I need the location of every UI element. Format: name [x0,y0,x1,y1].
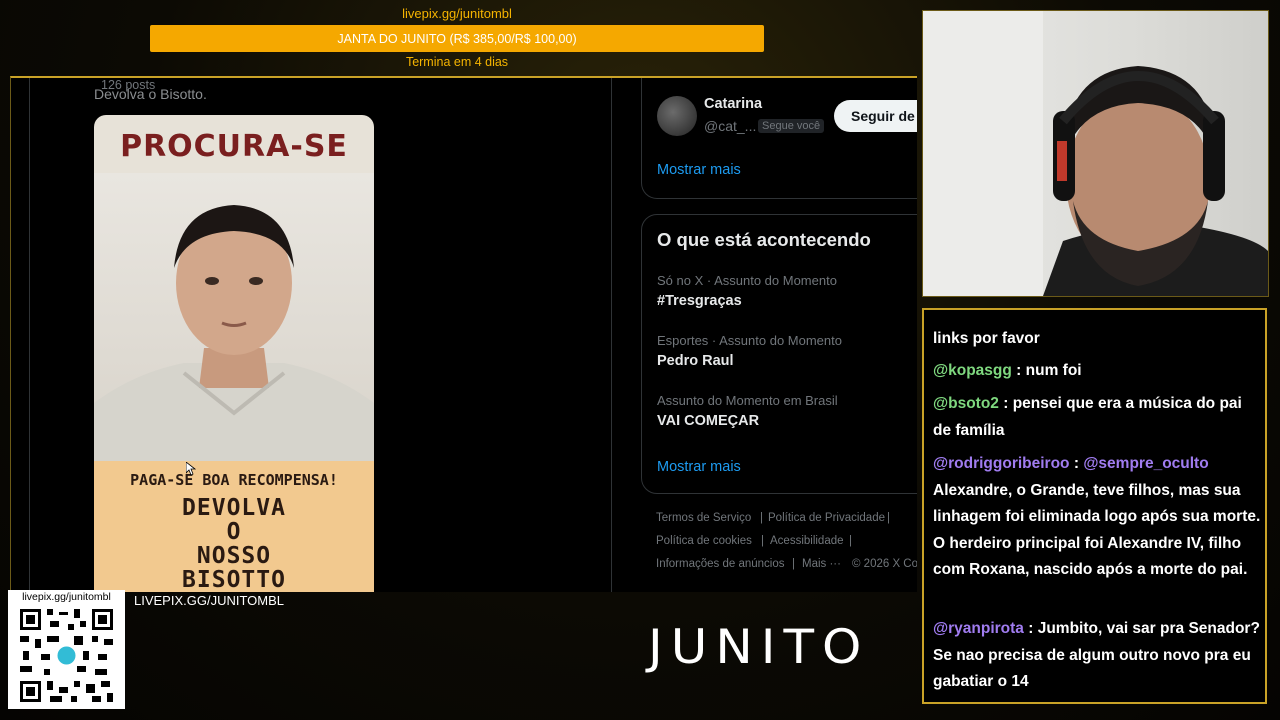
copyright: © 2026 X Cor [852,558,917,570]
poster-line: BISOTTO [182,567,286,592]
chat-message: @bsoto2 : pensei que era a música do pai… [933,391,1263,444]
right-sidebar: Catarina @cat_... Segue você Seguir de v… [641,78,917,592]
trends-title: O que está acontecendo [657,229,871,250]
tweet-text: Devolva o Bisotto. [94,86,207,102]
goal-url: livepix.gg/junitombl [402,6,512,21]
browser-capture: 126 posts Devolva o Bisotto. PROCURA-SE … [10,76,917,592]
qr-url: livepix.gg/junitombl [22,591,111,603]
trend-item[interactable]: Pedro Raul [657,353,734,369]
poster-photo [94,173,374,461]
accessibility-link[interactable]: Acessibilidade [770,535,844,547]
show-more-link[interactable]: Mostrar mais [657,459,741,475]
show-more-link[interactable]: Mostrar mais [657,162,741,178]
livepix-label: LIVEPIX.GG/JUNITOMBL [134,593,285,608]
trends-card: O que está acontecendo Só no X · Assunto… [641,214,917,494]
chat-text: Alexandre, o Grande, teve filhos, mas su… [933,481,1261,579]
chat-text: : num foi [1011,362,1082,379]
trend-meta: Assunto do Momento em Brasil [657,393,838,408]
chat-username[interactable]: @rodriggoribeiroo [933,455,1070,472]
chat-message: @rodriggoribeiroo : @sempre_oculto Alexa… [933,451,1263,584]
poster-reward-text: PAGA-SE BOA RECOMPENSA! [130,471,338,489]
chat-mention[interactable]: @sempre_oculto [1083,455,1208,472]
streamer-camera-icon [923,11,1268,296]
footer-separator: | [887,512,890,524]
goal-ends-text: Termina em 4 dias [405,55,509,69]
account-handle[interactable]: @cat_... [704,118,756,134]
more-link[interactable]: Mais ··· [802,558,841,570]
man-portrait-icon [94,205,374,461]
footer-separator: | [761,535,764,547]
chat-username[interactable]: @ryanpirota [933,620,1024,637]
terms-link[interactable]: Termos de Serviço [656,512,751,524]
account-name[interactable]: Catarina [704,96,762,112]
chat-panel: links por favor @kopasgg : num foi @bsot… [922,308,1267,704]
poster-line: NOSSO [196,543,272,569]
mouse-cursor-icon [185,461,197,481]
chat-username[interactable]: @bsoto2 [933,395,999,412]
follows-you-badge: Segue você [758,119,825,133]
goal-title: JANTA DO JUNITO (R$ 385,00/R$ 100,00) [337,31,577,46]
privacy-link[interactable]: Política de Privacidade [768,512,885,524]
poster-title: PROCURA-SE [120,129,348,164]
chat-text: links por favor [933,330,1040,347]
trend-meta: Só no X · Assunto do Momento [657,273,837,288]
chat-username[interactable]: @kopasgg [933,362,1012,379]
chat-message: @kopasgg : num foi [933,358,1263,385]
footer-separator: | [849,535,852,547]
poster-reward-panel: PAGA-SE BOA RECOMPENSA! DEVOLVA O NOSSO … [94,461,374,592]
qr-code-icon [17,606,116,705]
channel-logo: JUNITO [648,619,870,675]
footer-separator: | [792,558,795,570]
qr-code-panel: livepix.gg/junitombl [8,590,125,709]
poster-line: DEVOLVA [182,495,286,521]
webcam-feed [922,10,1269,297]
trend-item[interactable]: VAI COMEÇAR [657,413,759,429]
tweet-image[interactable]: PROCURA-SE PAGA-SE BOA RECOMPENSA! DEVOL… [94,115,374,592]
cookies-link[interactable]: Política de cookies [656,535,752,547]
column-divider [611,78,612,592]
ads-info-link[interactable]: Informações de anúncios [656,558,785,570]
goal-progress-bar: JANTA DO JUNITO (R$ 385,00/R$ 100,00) [150,25,764,52]
column-divider [29,78,30,592]
trend-meta: Esportes · Assunto do Momento [657,333,842,348]
footer-separator: | [760,512,763,524]
chat-message: links por favor [933,326,1263,353]
poster-line: O [226,519,242,545]
follow-back-button[interactable]: Seguir de volta [834,100,917,132]
chat-message: @ryanpirota : Jumbito, vai sar pra Senad… [933,616,1263,696]
trend-item[interactable]: #Tresgraças [657,293,742,309]
chat-text: : [1069,455,1084,472]
avatar[interactable] [657,96,697,136]
who-to-follow-card: Catarina @cat_... Segue você Seguir de v… [641,78,917,199]
